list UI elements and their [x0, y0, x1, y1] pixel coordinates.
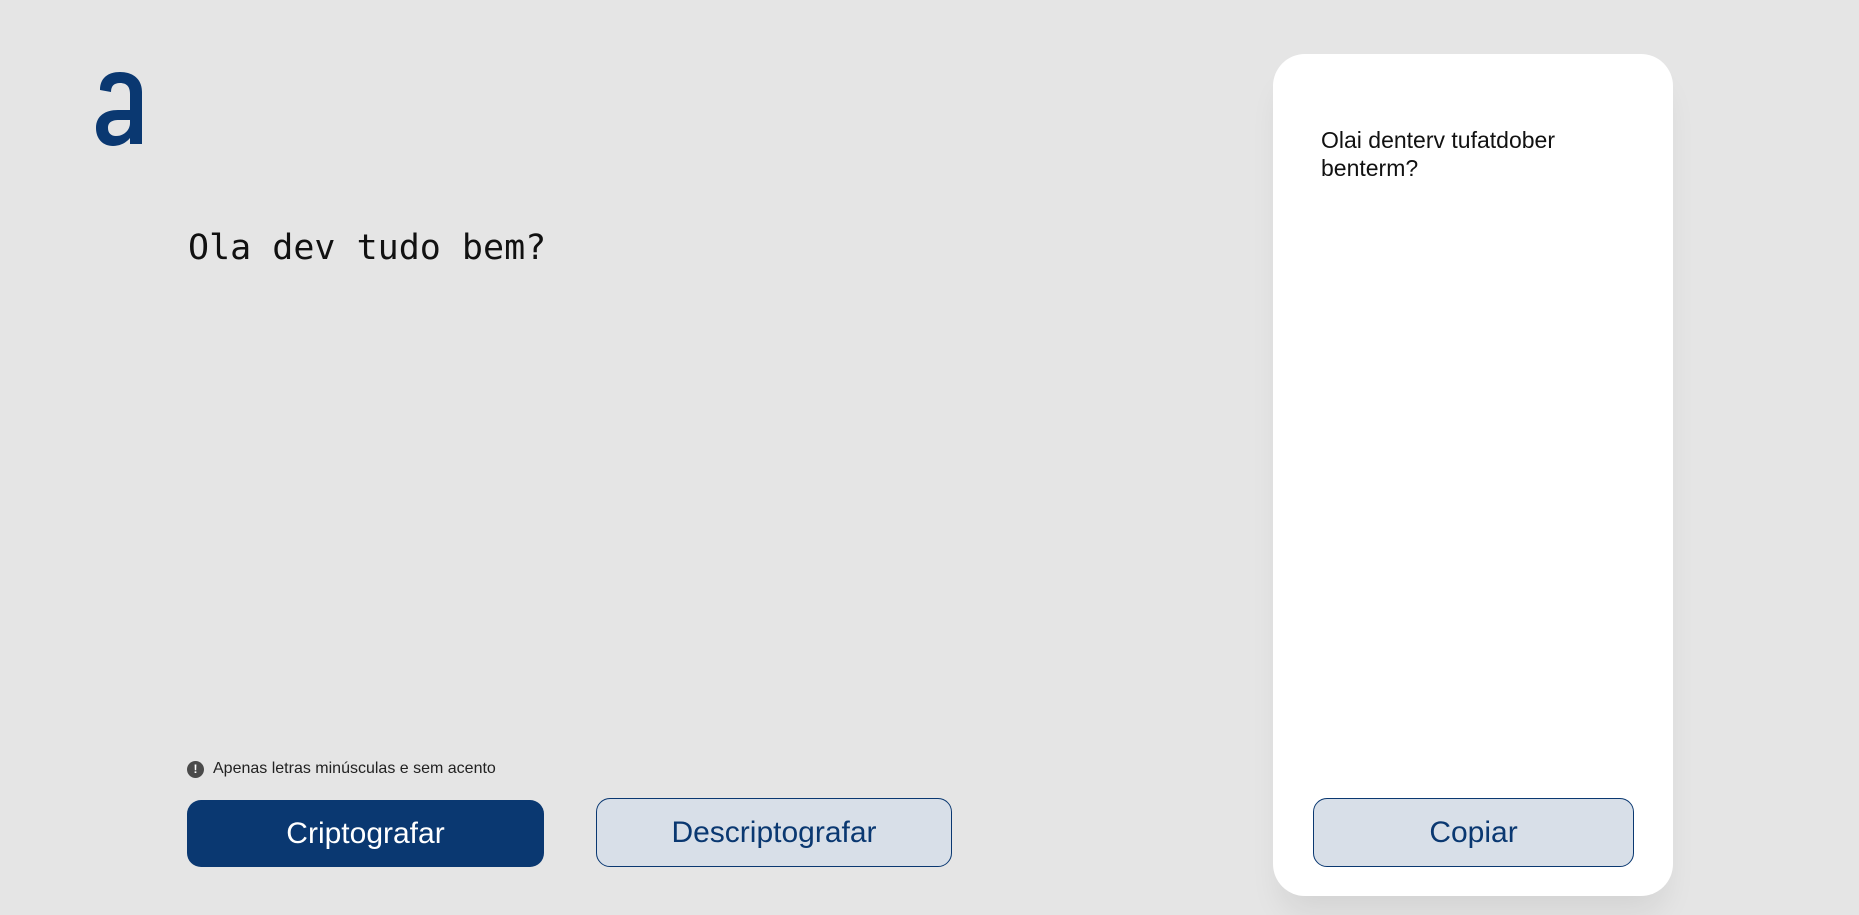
output-card: Olai denterv tufatdober benterm? Copiar: [1273, 54, 1673, 896]
page: Ola dev tudo bem? ! Apenas letras minúsc…: [0, 0, 1859, 915]
hint: ! Apenas letras minúsculas e sem acento: [187, 760, 496, 778]
hint-text: Apenas letras minúsculas e sem acento: [213, 760, 496, 777]
alura-logo: [96, 72, 142, 146]
encrypt-button[interactable]: Criptografar: [187, 800, 544, 867]
message-input[interactable]: Ola dev tudo bem?: [188, 224, 1188, 704]
exclamation-circle-icon: !: [187, 760, 204, 778]
copy-button[interactable]: Copiar: [1313, 798, 1634, 867]
output-text: Olai denterv tufatdober benterm?: [1321, 127, 1555, 181]
decrypt-button[interactable]: Descriptografar: [596, 798, 952, 867]
